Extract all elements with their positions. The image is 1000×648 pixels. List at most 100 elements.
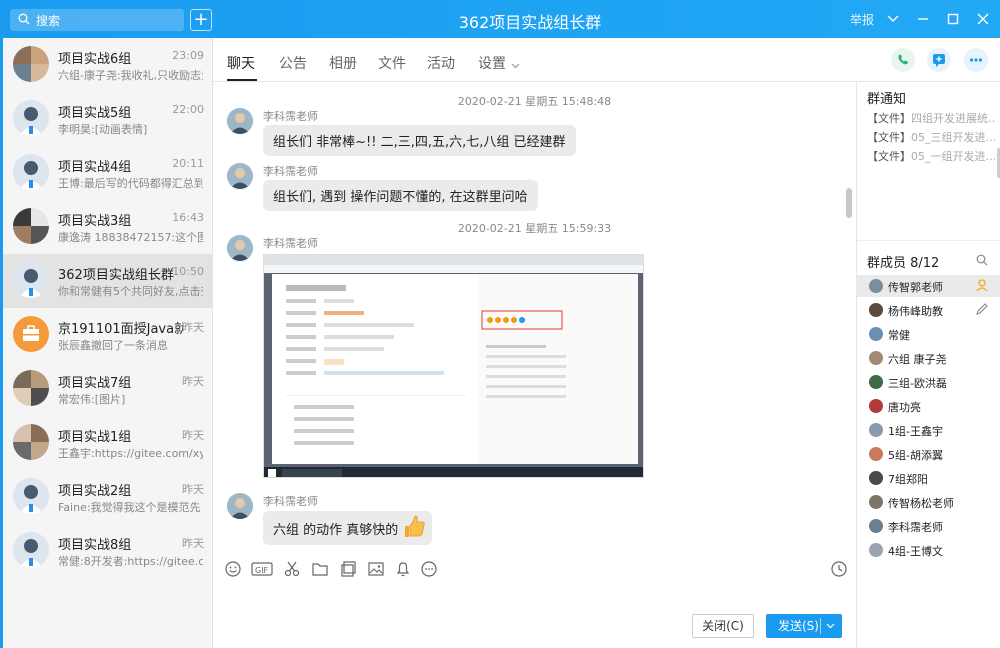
member-name: 7组郑阳 <box>888 473 928 486</box>
add-message-icon[interactable] <box>927 48 951 72</box>
avatar <box>869 351 883 365</box>
member-item[interactable]: 5组-胡添翼 <box>857 443 1000 465</box>
chat-time: 10:50 <box>172 265 204 278</box>
image-icon[interactable] <box>367 560 385 578</box>
chevron-down-icon[interactable] <box>826 614 835 639</box>
chevron-down-icon[interactable] <box>511 58 520 72</box>
image-message[interactable] <box>263 254 644 478</box>
maximize-icon[interactable] <box>946 12 960 26</box>
minimize-icon[interactable] <box>916 12 930 26</box>
chat-item[interactable]: 项目实战7组 昨天 常宏伟:[图片] <box>3 362 212 416</box>
avatar <box>869 495 883 509</box>
member-item[interactable]: 7组郑阳 <box>857 467 1000 489</box>
gallery-icon[interactable] <box>339 560 357 578</box>
member-name: 唐功亮 <box>888 401 921 414</box>
chat-name: 项目实战3组 <box>58 214 132 229</box>
send-label: 发送(S) <box>778 619 819 633</box>
chat-preview: Faine:我觉得我这个是模范先 <box>58 501 201 514</box>
avatar <box>869 327 883 341</box>
chat-item[interactable]: 项目实战3组 16:43 康逸涛 18838472157:这个图标 <box>3 200 212 254</box>
chat-item[interactable]: 项目实战5组 22:00 李明昊:[动画表情] <box>3 92 212 146</box>
timestamp: 2020-02-21 星期五 15:59:33 <box>457 222 612 235</box>
search-icon[interactable] <box>976 254 988 269</box>
report-link[interactable]: 举报 <box>850 11 874 28</box>
history-icon[interactable] <box>830 560 848 578</box>
chat-preview: 六组-康子尧:我收礼,只收励志金 <box>58 69 203 82</box>
member-item[interactable]: 杨伟峰助教 <box>857 299 1000 321</box>
member-name: 传智郭老师 <box>888 281 943 294</box>
notice-tag: 【文件】 <box>867 150 911 163</box>
default-avatar <box>13 532 49 568</box>
composer-toolbar: GIF <box>213 556 856 582</box>
chat-item[interactable]: 京191101面授Java就业班 昨天 张辰鑫撤回了一条消息 <box>3 308 212 362</box>
member-item[interactable]: 传智杨松老师 <box>857 491 1000 513</box>
chat-preview: 你和常健有5个共同好友,点击查看 <box>58 285 203 298</box>
member-item[interactable]: 三组-欧洪磊 <box>857 371 1000 393</box>
chat-item[interactable]: 项目实战2组 昨天 Faine:我觉得我这个是模范先 <box>3 470 212 524</box>
tab-activity[interactable]: 活动 <box>427 53 455 73</box>
active-tab-indicator <box>227 79 257 81</box>
member-item[interactable]: 唐功亮 <box>857 395 1000 417</box>
chevron-down-icon[interactable] <box>886 12 900 26</box>
notice-item[interactable]: 【文件】05_三组开发进… <box>867 129 995 145</box>
tab-settings[interactable]: 设置 <box>478 53 506 73</box>
tab-album[interactable]: 相册 <box>329 53 357 73</box>
more-icon[interactable] <box>964 48 988 72</box>
close-button[interactable]: 关闭(C) <box>692 614 754 638</box>
message-bubble: 六组 的动作 真够快的 <box>263 511 433 545</box>
tab-announcement[interactable]: 公告 <box>279 53 307 73</box>
edit-icon[interactable] <box>975 302 989 319</box>
divider <box>857 240 1000 241</box>
gif-icon[interactable]: GIF <box>251 560 273 578</box>
message-bubble: 组长们 非常棒~!! 二,三,四,五,六,七,八组 已经建群 <box>263 125 576 156</box>
notice-title: 群通知 <box>867 92 907 107</box>
briefcase-avatar <box>13 316 49 352</box>
chat-item-active[interactable]: 362项目实战组长群 10:50 你和常健有5个共同好友,点击查看 <box>3 254 212 308</box>
member-item[interactable]: 4组-王博文 <box>857 539 1000 561</box>
chat-item[interactable]: 项目实战6组 23:09 六组-康子尧:我收礼,只收励志金 <box>3 38 212 92</box>
avatar <box>227 235 253 261</box>
avatar <box>227 108 253 134</box>
chat-item[interactable]: 项目实战8组 昨天 常健:8开发者:https://gitee.com <box>3 524 212 578</box>
member-item[interactable]: 常健 <box>857 323 1000 345</box>
group-avatar <box>13 208 49 244</box>
group-info-panel: 群通知 【文件】四组开发进展统… 【文件】05_三组开发进… 【文件】05_一组… <box>856 82 1000 648</box>
member-name: 1组-王鑫宇 <box>888 425 943 438</box>
search-input[interactable]: 搜索 <box>10 9 184 31</box>
member-item[interactable]: 李科霈老师 <box>857 515 1000 537</box>
notice-tag: 【文件】 <box>867 112 911 125</box>
chat-item[interactable]: 项目实战4组 20:11 王博:最后写的代码都得汇总到一 <box>3 146 212 200</box>
send-button[interactable]: 发送(S) <box>766 614 842 638</box>
timestamp: 2020-02-21 星期五 15:48:48 <box>457 95 612 108</box>
default-avatar <box>13 262 49 298</box>
chat-item[interactable]: 项目实战1组 昨天 王鑫宇:https://gitee.com/xyang <box>3 416 212 470</box>
tab-chat[interactable]: 聊天 <box>227 53 255 73</box>
svg-text:GIF: GIF <box>255 566 269 575</box>
notice-item[interactable]: 【文件】四组开发进展统… <box>867 110 995 126</box>
member-item[interactable]: 1组-王鑫宇 <box>857 419 1000 441</box>
add-button[interactable]: + <box>190 9 212 31</box>
notice-item[interactable]: 【文件】05_一组开发进… <box>867 148 995 164</box>
emoji-icon[interactable] <box>224 560 242 578</box>
screenshot-icon[interactable] <box>283 560 301 578</box>
chat-time: 20:11 <box>172 157 204 170</box>
folder-icon[interactable] <box>311 560 329 578</box>
member-item[interactable]: 传智郭老师 <box>857 275 1000 297</box>
sender-name: 李科霈老师 <box>263 237 318 250</box>
group-avatar <box>13 46 49 82</box>
chat-name: 项目实战5组 <box>58 106 132 121</box>
member-item[interactable]: 六组 康子尧 <box>857 347 1000 369</box>
default-avatar <box>13 154 49 190</box>
chat-time: 昨天 <box>182 321 204 334</box>
group-avatar <box>13 424 49 460</box>
scrollbar[interactable] <box>846 188 852 218</box>
phone-icon[interactable] <box>891 48 915 72</box>
close-icon[interactable] <box>976 12 990 26</box>
chat-preview: 康逸涛 18838472157:这个图标 <box>58 231 203 244</box>
chat-name: 项目实战1组 <box>58 430 132 445</box>
chat-time: 昨天 <box>182 375 204 388</box>
more-options-icon[interactable] <box>420 560 438 578</box>
tab-files[interactable]: 文件 <box>378 53 406 73</box>
bell-icon[interactable] <box>394 560 412 578</box>
default-avatar <box>13 100 49 136</box>
